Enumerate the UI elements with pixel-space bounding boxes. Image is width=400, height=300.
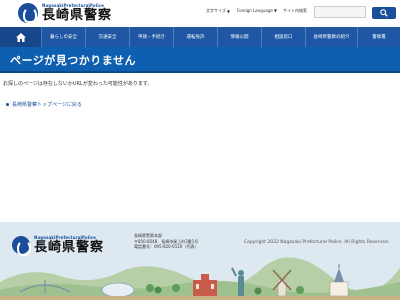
- text-size-label: 文字サイズ: [206, 8, 226, 13]
- global-nav: 暮らしの安全 交通安全 申請・手続き 運転免許 情報公開 相談窓口 長崎県警察の…: [0, 27, 400, 47]
- nagasaki-landmarks-illustration: [0, 257, 400, 300]
- copyright: Copyright 2022 Nagasaki Prefectural Poli…: [244, 240, 390, 245]
- nav-item-about[interactable]: 長崎県警察の紹介: [306, 27, 358, 47]
- back-to-top-link[interactable]: 長崎県警察トップページに戻る: [6, 101, 82, 108]
- language-label: Foreign Language: [237, 8, 273, 13]
- nav-item-traffic[interactable]: 交通安全: [86, 27, 130, 47]
- nav-item-consultation[interactable]: 相談窓口: [262, 27, 306, 47]
- page-title-band: ページが見つかりません: [0, 47, 400, 73]
- footer-logo-title: 長崎県警察: [34, 240, 105, 255]
- chevron-down-icon: ▼: [226, 8, 230, 14]
- bullet-icon: [6, 103, 9, 106]
- logo-title: 長崎県警察: [42, 8, 113, 23]
- site-footer: NagasakiPrefecturalPolice 長崎県警察 長崎県警察本部 …: [0, 222, 400, 300]
- search-button[interactable]: [372, 7, 396, 19]
- page-title: ページが見つかりません: [10, 54, 136, 67]
- text-size-menu[interactable]: 文字サイズ ▼: [206, 8, 230, 14]
- language-menu[interactable]: Foreign Language ▼: [237, 8, 277, 13]
- back-link-label: 長崎県警察トップページに戻る: [12, 102, 82, 108]
- footer-phone: 電話番号：095-820-0110（代表）: [134, 244, 199, 249]
- home-icon: [15, 32, 26, 42]
- search-input[interactable]: [314, 6, 366, 18]
- police-emblem-icon: [18, 3, 38, 23]
- site-logo[interactable]: NagasakiPrefecturalPolice 長崎県警察: [18, 3, 112, 23]
- police-emblem-icon: [12, 236, 31, 256]
- nav-home[interactable]: [0, 27, 42, 47]
- nav-item-safety[interactable]: 暮らしの安全: [42, 27, 86, 47]
- nav-item-stations[interactable]: 警察署: [358, 27, 400, 47]
- nav-item-procedures[interactable]: 申請・手続き: [130, 27, 174, 47]
- footer-logo[interactable]: NagasakiPrefecturalPolice 長崎県警察: [12, 235, 105, 256]
- footer-address: 長崎県警察本部 〒850-8548 長崎市尾上町3番1号 電話番号：095-82…: [134, 233, 198, 250]
- search-icon: [380, 9, 388, 17]
- not-found-message: お探しのページは存在しないかURLが変わった可能性があります。: [3, 81, 153, 87]
- nav-item-disclosure[interactable]: 情報公開: [218, 27, 262, 47]
- site-header: NagasakiPrefecturalPolice 長崎県警察 文字サイズ ▼ …: [0, 0, 400, 27]
- site-search-label: サイト内検索: [283, 8, 307, 13]
- nav-item-license[interactable]: 運転免許: [174, 27, 218, 47]
- chevron-down-icon: ▼: [273, 8, 277, 13]
